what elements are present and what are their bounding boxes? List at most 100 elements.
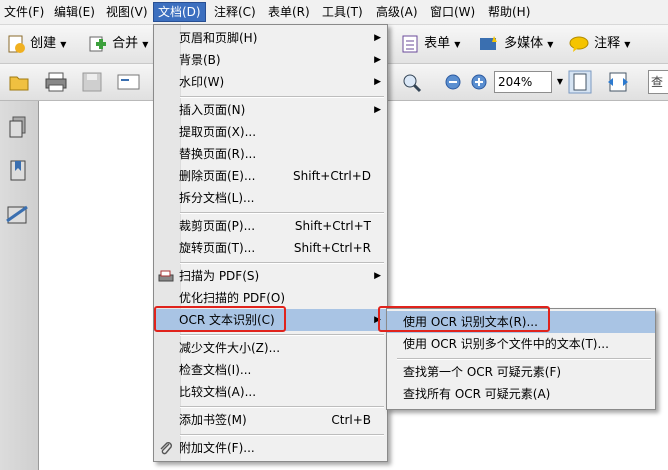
- zoom-level-input[interactable]: 204% ▼: [494, 71, 563, 93]
- combine-label: 合并: [112, 36, 139, 51]
- chevron-down-icon: ▼: [142, 40, 149, 49]
- menu-item-replace-pages[interactable]: 替换页面(R)...: [154, 143, 387, 165]
- combine-button[interactable]: 合并 ▼: [88, 33, 148, 55]
- submenu-item-label: 使用 OCR 识别多个文件中的文本(T)...: [403, 337, 609, 351]
- combine-icon: [89, 36, 106, 51]
- submenu-item-find-all-suspects[interactable]: 查找所有 OCR 可疑元素(A): [387, 383, 655, 405]
- menu-item-label: 附加文件(F)...: [179, 441, 255, 455]
- menu-separator: [397, 358, 651, 360]
- menu-help[interactable]: 帮助(H): [484, 3, 534, 21]
- menu-window[interactable]: 窗口(W): [426, 3, 479, 21]
- chevron-down-icon: ▼: [60, 40, 67, 49]
- menu-forms[interactable]: 表单(R): [264, 3, 314, 21]
- menu-item-label: 提取页面(X)...: [179, 125, 257, 139]
- multimedia-button[interactable]: 多媒体 ▼: [478, 33, 553, 55]
- menu-separator: [180, 334, 384, 336]
- menu-item-header-footer[interactable]: 页眉和页脚(H) ▶: [154, 27, 387, 49]
- menu-document[interactable]: 文档(D): [153, 2, 206, 22]
- chevron-down-icon: ▼: [547, 40, 554, 49]
- menu-item-rotate-pages[interactable]: 旋转页面(T)... Shift+Ctrl+R: [154, 237, 387, 259]
- menu-item-label: 删除页面(E)...: [179, 169, 256, 183]
- comment-icon: [569, 36, 589, 52]
- chevron-down-icon: ▼: [454, 40, 461, 49]
- menu-item-split-document[interactable]: 拆分文档(L)...: [154, 187, 387, 209]
- submenu-item-label: 查找第一个 OCR 可疑元素(F): [403, 365, 562, 379]
- fit-page-icon[interactable]: [568, 70, 592, 94]
- navigation-panel: [0, 101, 39, 470]
- menu-edit[interactable]: 编辑(E): [50, 3, 99, 21]
- comment-button[interactable]: 注释 ▼: [568, 33, 630, 55]
- menu-separator: [180, 434, 384, 436]
- bookmarks-icon[interactable]: [7, 159, 29, 183]
- menu-item-extract-pages[interactable]: 提取页面(X)...: [154, 121, 387, 143]
- menu-separator: [180, 406, 384, 408]
- chevron-down-icon: ▼: [624, 40, 631, 49]
- menu-item-scan-to-pdf[interactable]: 扫描为 PDF(S) ▶: [154, 265, 387, 287]
- menu-item-examine-document[interactable]: 检查文档(I)...: [154, 359, 387, 381]
- menu-item-label: 检查文档(I)...: [179, 363, 252, 377]
- menu-item-label: 旋转页面(T)...: [179, 241, 256, 255]
- menu-tools[interactable]: 工具(T): [318, 3, 367, 21]
- menu-item-add-bookmark[interactable]: 添加书签(M) Ctrl+B: [154, 409, 387, 431]
- submenu-arrow-icon: ▶: [374, 271, 381, 281]
- menu-item-watermark[interactable]: 水印(W) ▶: [154, 71, 387, 93]
- pages-icon[interactable]: [7, 115, 29, 139]
- document-menu: 页眉和页脚(H) ▶ 背景(B) ▶ 水印(W) ▶ 插入页面(N) ▶ 提取页…: [153, 24, 388, 462]
- multimedia-label: 多媒体: [504, 36, 544, 51]
- zoom-out-icon[interactable]: [444, 73, 462, 91]
- multimedia-icon: [480, 35, 497, 50]
- open-folder-icon[interactable]: [8, 71, 32, 93]
- menu-item-attach-file[interactable]: 附加文件(F)...: [154, 437, 387, 459]
- zoom-level-value: 204%: [498, 75, 533, 89]
- create-button[interactable]: 创建 ▼: [6, 33, 66, 55]
- menu-advanced[interactable]: 高级(A): [372, 3, 422, 21]
- chevron-down-icon[interactable]: ▼: [557, 72, 563, 92]
- annotation-highlight-ocr-submenu: [378, 306, 550, 332]
- menu-item-insert-pages[interactable]: 插入页面(N) ▶: [154, 99, 387, 121]
- forms-label: 表单: [424, 36, 451, 51]
- menu-item-label: 拆分文档(L)...: [179, 191, 255, 205]
- save-icon[interactable]: [80, 71, 104, 93]
- search-placeholder: 查: [651, 75, 664, 89]
- create-pdf-icon: [8, 35, 25, 53]
- submenu-item-recognize-multiple-files[interactable]: 使用 OCR 识别多个文件中的文本(T)...: [387, 333, 655, 355]
- email-icon[interactable]: [116, 71, 142, 93]
- zoom-tool-icon[interactable]: [400, 71, 424, 93]
- menu-item-label: 水印(W): [179, 75, 225, 89]
- submenu-item-find-first-suspect[interactable]: 查找第一个 OCR 可疑元素(F): [387, 361, 655, 383]
- create-label: 创建: [30, 36, 57, 51]
- menu-item-compare-documents[interactable]: 比较文档(A)...: [154, 381, 387, 403]
- comment-label: 注释: [594, 36, 621, 51]
- menu-item-label: 背景(B): [179, 53, 221, 67]
- menu-item-label: 扫描为 PDF(S): [179, 269, 260, 283]
- menu-item-label: 插入页面(N): [179, 103, 246, 117]
- scanner-icon: [158, 270, 174, 282]
- menu-item-shortcut: Shift+Ctrl+D: [293, 169, 371, 183]
- menu-comment[interactable]: 注释(C): [210, 3, 260, 21]
- menu-item-delete-pages[interactable]: 删除页面(E)... Shift+Ctrl+D: [154, 165, 387, 187]
- menu-item-label: 添加书签(M): [179, 413, 247, 427]
- forms-button[interactable]: 表单 ▼: [400, 33, 460, 55]
- submenu-arrow-icon: ▶: [374, 55, 381, 65]
- zoom-in-icon[interactable]: [470, 73, 488, 91]
- paperclip-icon: [160, 442, 172, 455]
- menu-item-label: 替换页面(R)...: [179, 147, 257, 161]
- search-input[interactable]: 查: [648, 70, 668, 94]
- menu-item-label: 减少文件大小(Z)...: [179, 341, 281, 355]
- signatures-icon[interactable]: [5, 203, 31, 227]
- fit-width-icon[interactable]: [606, 70, 630, 94]
- menu-file[interactable]: 文件(F): [0, 3, 48, 21]
- submenu-arrow-icon: ▶: [374, 33, 381, 43]
- menu-item-shortcut: Shift+Ctrl+T: [294, 219, 371, 233]
- submenu-arrow-icon: ▶: [374, 105, 381, 115]
- menu-item-shortcut: Ctrl+B: [331, 413, 371, 427]
- menu-item-reduce-file-size[interactable]: 减少文件大小(Z)...: [154, 337, 387, 359]
- menu-view[interactable]: 视图(V): [102, 3, 152, 21]
- menu-item-label: 页眉和页脚(H): [179, 31, 258, 45]
- print-icon[interactable]: [44, 71, 68, 93]
- menu-item-background[interactable]: 背景(B) ▶: [154, 49, 387, 71]
- forms-icon: [402, 35, 418, 52]
- menu-item-label: 比较文档(A)...: [179, 385, 257, 399]
- menu-separator: [180, 96, 384, 98]
- menu-item-crop-pages[interactable]: 裁剪页面(P)... Shift+Ctrl+T: [154, 215, 387, 237]
